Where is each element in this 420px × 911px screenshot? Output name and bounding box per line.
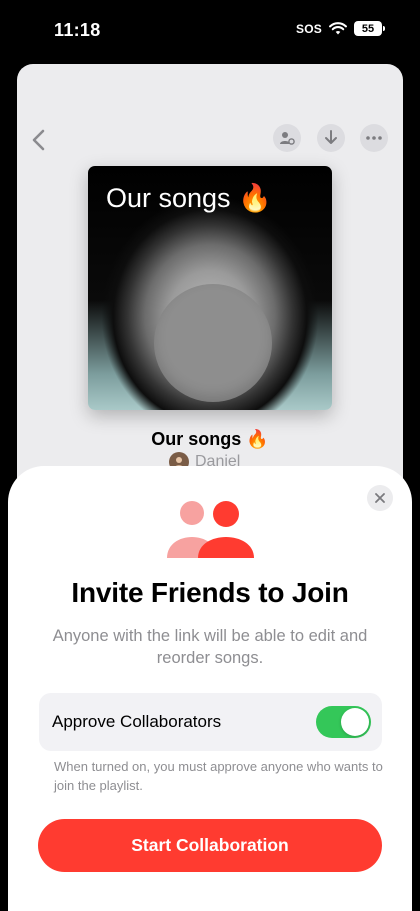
back-icon[interactable]	[25, 126, 53, 154]
status-time: 11:18	[54, 20, 101, 40]
approve-collaborators-label: Approve Collaborators	[52, 712, 222, 731]
artwork-circle	[154, 284, 272, 402]
approve-collaborators-row: Approve Collaborators	[39, 693, 382, 751]
more-icon	[366, 136, 382, 140]
invite-friends-icon	[167, 501, 254, 558]
status-bar: 11:18 SOS 55	[0, 0, 420, 62]
start-collaboration-button[interactable]: Start Collaboration	[38, 819, 382, 872]
download-button[interactable]	[317, 124, 345, 152]
artwork-title: Our songs 🔥	[106, 183, 272, 213]
close-icon	[375, 493, 385, 503]
status-indicators: SOS 55	[296, 21, 385, 36]
download-icon	[325, 130, 337, 144]
add-person-icon	[280, 132, 295, 145]
toggle-note: When turned on, you must approve anyone …	[54, 759, 383, 793]
sheet-description: Anyone with the link will be able to edi…	[52, 627, 368, 667]
more-button[interactable]	[360, 124, 388, 152]
playlist-title: Our songs 🔥	[151, 429, 269, 449]
sos-indicator: SOS	[296, 21, 322, 36]
invite-sheet: Invite Friends to Join Anyone with the l…	[8, 466, 412, 911]
playlist-artwork: Our songs 🔥	[88, 166, 332, 410]
toggle-knob	[341, 708, 369, 736]
sheet-title: Invite Friends to Join	[71, 577, 349, 608]
add-collaborator-button[interactable]	[273, 124, 301, 152]
battery-icon: 55	[354, 21, 385, 36]
wifi-icon	[329, 22, 347, 35]
approve-collaborators-toggle[interactable]	[316, 706, 371, 738]
close-button[interactable]	[367, 485, 393, 511]
